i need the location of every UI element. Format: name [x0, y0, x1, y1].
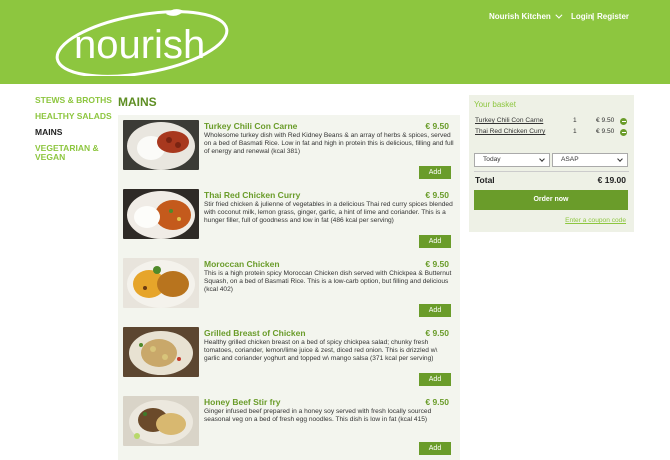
- item-description: Ginger infused beef prepared in a honey …: [204, 408, 432, 424]
- chevron-down-icon: [617, 156, 623, 162]
- item-name: Turkey Chili Con Carne: [204, 121, 298, 131]
- basket-item-price: € 9.50: [596, 128, 615, 135]
- sidebar-item-vegetarian[interactable]: VEGETARIAN & VEGAN: [35, 144, 115, 162]
- item-description: Wholesome turkey dish with Red Kidney Be…: [204, 132, 454, 156]
- basket-panel: Your basket Turkey Chili Con Carne 1 € 9…: [469, 95, 634, 232]
- category-sidebar: STEWS & BROTHS HEALTHY SALADS MAINS VEGE…: [35, 96, 115, 169]
- time-select-value: ASAP: [561, 156, 579, 163]
- menu-item: Turkey Chili Con Carne € 9.50 Wholesome …: [122, 117, 456, 179]
- add-button[interactable]: Add: [419, 442, 451, 455]
- chevron-down-icon: [539, 156, 545, 162]
- item-description: Healthy grilled chicken breast on a bed …: [204, 339, 438, 363]
- menu-item: Thai Red Chicken Curry € 9.50 Stir fried…: [122, 186, 456, 248]
- sidebar-item-salads[interactable]: HEALTHY SALADS: [35, 112, 115, 121]
- add-button[interactable]: Add: [419, 304, 451, 317]
- day-select[interactable]: Today: [474, 153, 550, 167]
- day-select-value: Today: [483, 156, 501, 163]
- remove-icon[interactable]: [620, 118, 627, 125]
- menu-item: Honey Beef Stir fry € 9.50 Ginger infuse…: [122, 393, 456, 455]
- item-name: Thai Red Chicken Curry: [204, 190, 301, 200]
- total-value: € 19.00: [597, 175, 626, 185]
- item-description: This is a high protein spicy Moroccan Ch…: [204, 270, 452, 294]
- food-image: [123, 120, 199, 170]
- basket-item-price: € 9.50: [596, 117, 615, 124]
- basket-item-qty: 1: [573, 128, 577, 135]
- menu-item: Moroccan Chicken € 9.50 This is a high p…: [122, 255, 456, 317]
- remove-icon[interactable]: [620, 129, 627, 136]
- order-now-button[interactable]: Order now: [474, 190, 628, 210]
- basket-item-name[interactable]: Thai Red Chicken Curry: [475, 128, 545, 135]
- basket-row: Thai Red Chicken Curry 1 € 9.50: [475, 128, 629, 138]
- coupon-link[interactable]: Enter a coupon code: [565, 217, 626, 224]
- menu-item: Grilled Breast of Chicken € 9.50 Healthy…: [122, 324, 456, 386]
- add-button[interactable]: Add: [419, 373, 451, 386]
- header: nourish Nourish Kitchen Login | Register: [0, 0, 670, 84]
- basket-row: Turkey Chili Con Carne 1 € 9.50: [475, 117, 629, 127]
- menu-list: Turkey Chili Con Carne € 9.50 Wholesome …: [118, 115, 460, 460]
- divider: [474, 171, 629, 172]
- item-price: € 9.50: [425, 259, 449, 269]
- item-name: Moroccan Chicken: [204, 259, 280, 269]
- time-select[interactable]: ASAP: [552, 153, 628, 167]
- basket-item-qty: 1: [573, 117, 577, 124]
- total-label: Total: [475, 175, 495, 185]
- register-link[interactable]: Register: [597, 12, 629, 21]
- nourish-logo[interactable]: nourish: [48, 4, 236, 76]
- nav-separator: |: [592, 12, 595, 21]
- food-image: [123, 258, 199, 308]
- item-price: € 9.50: [425, 190, 449, 200]
- location-dropdown[interactable]: Nourish Kitchen: [489, 11, 563, 21]
- item-price: € 9.50: [425, 121, 449, 131]
- item-description: Stir fried chicken & julienne of vegetab…: [204, 201, 453, 225]
- add-button[interactable]: Add: [419, 235, 451, 248]
- login-link[interactable]: Login: [571, 12, 593, 21]
- basket-title: Your basket: [474, 100, 516, 109]
- item-price: € 9.50: [425, 328, 449, 338]
- location-label: Nourish Kitchen: [489, 12, 551, 21]
- item-name: Grilled Breast of Chicken: [204, 328, 306, 338]
- food-image: [123, 396, 199, 446]
- food-image: [123, 189, 199, 239]
- logo-text: nourish: [74, 23, 205, 67]
- chevron-down-icon: [555, 11, 563, 19]
- page-title: MAINS: [118, 95, 157, 109]
- item-price: € 9.50: [425, 397, 449, 407]
- add-button[interactable]: Add: [419, 166, 451, 179]
- food-image: [123, 327, 199, 377]
- sidebar-item-mains[interactable]: MAINS: [35, 128, 115, 137]
- basket-item-name[interactable]: Turkey Chili Con Carne: [475, 117, 543, 124]
- sidebar-item-stews[interactable]: STEWS & BROTHS: [35, 96, 115, 105]
- item-name: Honey Beef Stir fry: [204, 397, 281, 407]
